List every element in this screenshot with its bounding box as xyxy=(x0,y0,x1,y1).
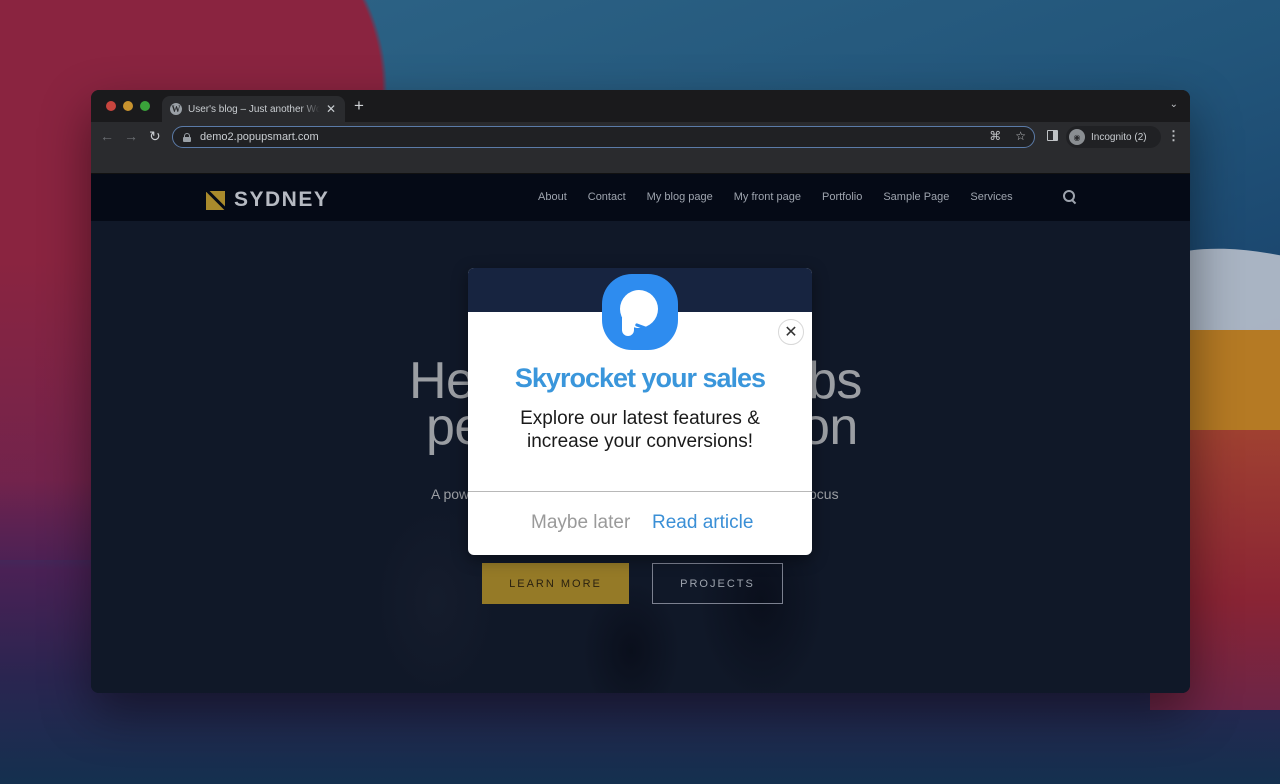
nav-item-my-blog-page[interactable]: My blog page xyxy=(647,191,713,203)
search-icon[interactable] xyxy=(1063,190,1075,202)
popup-divider xyxy=(468,491,812,492)
popup-body-text: Explore our latest features & increase y… xyxy=(520,408,760,452)
popupsmart-logo-icon xyxy=(602,274,678,350)
popup-modal: ✕ Skyrocket your sales Explore our lates… xyxy=(468,268,812,555)
nav-item-contact[interactable]: Contact xyxy=(588,191,626,203)
site-logo[interactable]: SYDNEY xyxy=(206,188,329,212)
lock-icon[interactable] xyxy=(183,132,191,142)
back-arrow-icon[interactable]: ← xyxy=(100,128,114,144)
popup-title: Skyrocket your sales xyxy=(514,363,766,393)
forward-arrow-icon[interactable]: → xyxy=(124,128,138,144)
reload-icon[interactable]: ↻ xyxy=(149,128,161,145)
site-header: SYDNEY About Contact My blog page My fro… xyxy=(91,174,1190,221)
hero-subtitle-fragment: A pow xyxy=(431,486,470,502)
tab-search-chevron-icon[interactable]: ⌄ xyxy=(1170,99,1178,110)
browser-menu-icon[interactable]: ⋮ xyxy=(1167,128,1180,144)
browser-toolbar: ← → ↻ demo2.popupsmart.com ⌘ ☆ ◉ Incogni… xyxy=(91,122,1190,152)
side-panel-icon[interactable] xyxy=(1047,130,1058,141)
close-tab-icon[interactable]: ✕ xyxy=(326,102,336,116)
main-nav: About Contact My blog page My front page… xyxy=(538,191,1013,203)
qr-code-icon[interactable]: ⌘ xyxy=(989,129,1001,143)
tab-title: User's blog – Just another WordPress sit… xyxy=(188,103,320,115)
maybe-later-button[interactable]: Maybe later xyxy=(531,512,630,534)
incognito-label: Incognito (2) xyxy=(1091,131,1147,143)
logo-text: SYDNEY xyxy=(234,188,330,211)
nav-item-services[interactable]: Services xyxy=(970,191,1012,203)
sydney-logo-icon xyxy=(206,190,225,210)
read-article-button[interactable]: Read article xyxy=(652,512,753,534)
hero-subtitle-fragment: ocus xyxy=(809,486,839,502)
close-popup-button[interactable]: ✕ xyxy=(778,319,804,345)
incognito-profile-button[interactable]: ◉ Incognito (2) xyxy=(1066,126,1161,148)
maximize-window-button[interactable] xyxy=(140,101,150,111)
nav-item-about[interactable]: About xyxy=(538,191,567,203)
nav-item-portfolio[interactable]: Portfolio xyxy=(822,191,862,203)
projects-button[interactable]: PROJECTS xyxy=(652,563,783,604)
new-tab-button[interactable]: + xyxy=(354,96,364,116)
learn-more-button[interactable]: LEARN MORE xyxy=(482,563,629,604)
minimize-window-button[interactable] xyxy=(123,101,133,111)
tab-strip: W User's blog – Just another WordPress s… xyxy=(91,90,1190,122)
window-controls xyxy=(106,101,150,111)
close-icon: ✕ xyxy=(784,324,798,341)
address-bar[interactable]: demo2.popupsmart.com ⌘ ☆ xyxy=(172,126,1035,148)
wordpress-icon: W xyxy=(170,103,182,115)
nav-item-my-front-page[interactable]: My front page xyxy=(734,191,801,203)
url-text[interactable]: demo2.popupsmart.com xyxy=(200,131,319,143)
browser-tab[interactable]: W User's blog – Just another WordPress s… xyxy=(162,96,345,122)
nav-item-sample-page[interactable]: Sample Page xyxy=(883,191,949,203)
bookmark-bar xyxy=(91,152,1190,174)
incognito-icon: ◉ xyxy=(1069,129,1085,145)
bookmark-star-icon[interactable]: ☆ xyxy=(1015,129,1026,143)
close-window-button[interactable] xyxy=(106,101,116,111)
